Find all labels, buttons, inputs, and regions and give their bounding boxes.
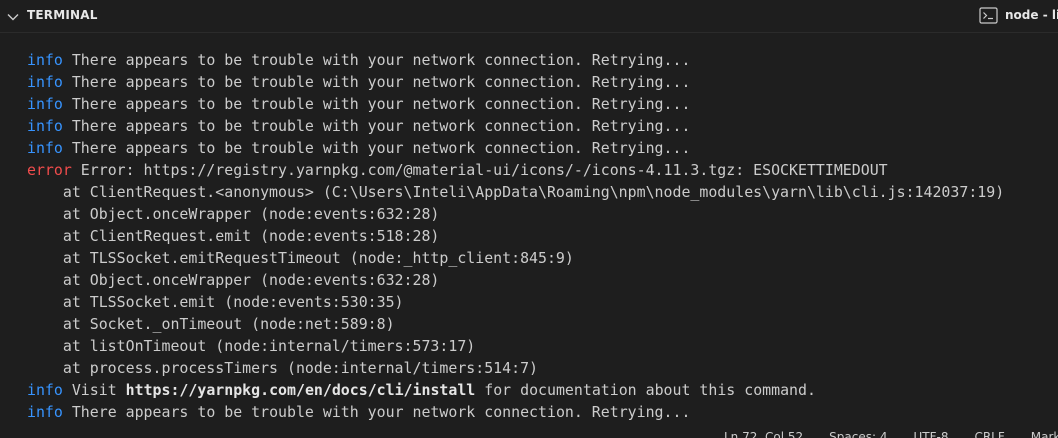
terminal-tab-label: node - lib bbox=[1005, 8, 1058, 22]
terminal-tab[interactable]: node - lib bbox=[978, 0, 1058, 33]
terminal-line-text-after: for documentation about this command. bbox=[475, 381, 816, 399]
terminal-line: info There appears to be trouble with yo… bbox=[27, 93, 1058, 115]
log-level-info: info bbox=[27, 381, 63, 399]
terminal-line-text: at Socket._onTimeout (node:net:589:8) bbox=[27, 315, 395, 333]
terminal-line: at listOnTimeout (node:internal/timers:5… bbox=[27, 335, 1058, 357]
terminal-line: at ClientRequest.emit (node:events:518:2… bbox=[27, 225, 1058, 247]
terminal-line: at TLSSocket.emitRequestTimeout (node:_h… bbox=[27, 247, 1058, 269]
terminal-line: at Socket._onTimeout (node:net:589:8) bbox=[27, 313, 1058, 335]
docs-link[interactable]: https://yarnpkg.com/en/docs/cli/install bbox=[126, 381, 476, 399]
log-level-info: info bbox=[27, 139, 63, 157]
panel-header: TERMINAL node - lib bbox=[0, 0, 1058, 33]
terminal-icon bbox=[979, 7, 998, 24]
terminal-output[interactable]: info There appears to be trouble with yo… bbox=[27, 49, 1058, 425]
log-level-info: info bbox=[27, 95, 63, 113]
terminal-line: info There appears to be trouble with yo… bbox=[27, 401, 1058, 423]
terminal-line: info There appears to be trouble with yo… bbox=[27, 49, 1058, 71]
terminal-line: error Error: https://registry.yarnpkg.co… bbox=[27, 159, 1058, 181]
status-encoding[interactable]: UTF-8 bbox=[913, 430, 948, 438]
status-eol[interactable]: CRLF bbox=[974, 430, 1004, 438]
log-level-info: info bbox=[27, 73, 63, 91]
terminal-line: at process.processTimers (node:internal/… bbox=[27, 357, 1058, 379]
chevron-down-icon[interactable] bbox=[6, 9, 20, 23]
terminal-line: at ClientRequest.<anonymous> (C:\Users\I… bbox=[27, 181, 1058, 203]
terminal-line: info There appears to be trouble with yo… bbox=[27, 71, 1058, 93]
status-indentation[interactable]: Spaces: 4 bbox=[829, 430, 887, 438]
terminal-line-text: There appears to be trouble with your ne… bbox=[62, 73, 691, 91]
status-cursor-position[interactable]: Ln 72, Col 52 bbox=[724, 430, 803, 438]
log-level-info: info bbox=[27, 51, 63, 69]
terminal-line-text: at Object.onceWrapper (node:events:632:2… bbox=[27, 205, 440, 223]
terminal-line-text: at Object.onceWrapper (node:events:632:2… bbox=[27, 271, 440, 289]
terminal-line-text: Visit bbox=[62, 381, 126, 399]
terminal-line-text: There appears to be trouble with your ne… bbox=[62, 117, 691, 135]
log-level-info: info bbox=[27, 403, 63, 421]
terminal-line: info There appears to be trouble with yo… bbox=[27, 115, 1058, 137]
log-level-info: info bbox=[27, 117, 63, 135]
terminal-line-text: at process.processTimers (node:internal/… bbox=[27, 359, 539, 377]
log-level-error: error bbox=[27, 161, 72, 179]
panel-title[interactable]: TERMINAL bbox=[27, 8, 98, 22]
status-language[interactable]: Markdown bbox=[1031, 430, 1058, 438]
terminal-line-text: at TLSSocket.emit (node:events:530:35) bbox=[27, 293, 404, 311]
terminal-line-text: Error: https://registry.yarnpkg.com/@mat… bbox=[71, 161, 888, 179]
terminal-line: at TLSSocket.emit (node:events:530:35) bbox=[27, 291, 1058, 313]
terminal-line: info There appears to be trouble with yo… bbox=[27, 137, 1058, 159]
terminal-line-text: There appears to be trouble with your ne… bbox=[62, 95, 691, 113]
terminal-line-text: at ClientRequest.<anonymous> (C:\Users\I… bbox=[27, 183, 1005, 201]
terminal-line-text: There appears to be trouble with your ne… bbox=[62, 139, 691, 157]
terminal-line: at Object.onceWrapper (node:events:632:2… bbox=[27, 203, 1058, 225]
terminal-line-text: at listOnTimeout (node:internal/timers:5… bbox=[27, 337, 476, 355]
terminal-line-text: There appears to be trouble with your ne… bbox=[62, 403, 691, 421]
status-bar: Ln 72, Col 52 Spaces: 4 UTF-8 CRLF Markdown bbox=[0, 428, 1058, 438]
terminal-line-text: at TLSSocket.emitRequestTimeout (node:_h… bbox=[27, 249, 574, 267]
terminal-line-text: at ClientRequest.emit (node:events:518:2… bbox=[27, 227, 440, 245]
terminal-line-text: There appears to be trouble with your ne… bbox=[62, 51, 691, 69]
terminal-line: info Visit https://yarnpkg.com/en/docs/c… bbox=[27, 379, 1058, 401]
terminal-line: at Object.onceWrapper (node:events:632:2… bbox=[27, 269, 1058, 291]
